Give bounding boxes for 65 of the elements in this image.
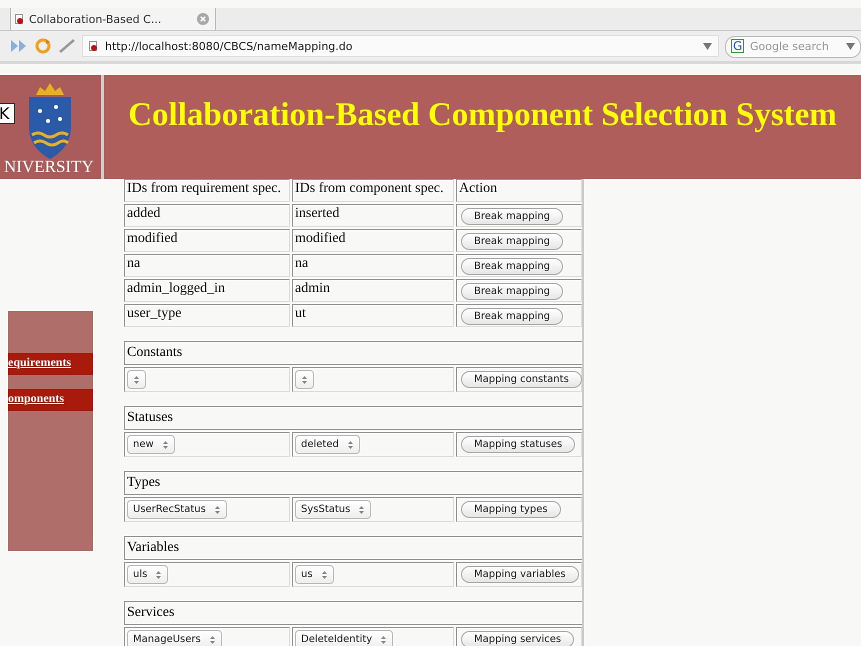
stepper-icon bbox=[133, 374, 140, 384]
mapping-button[interactable]: Mapping variables bbox=[461, 566, 579, 582]
stepper-icon bbox=[320, 570, 328, 580]
select-field[interactable]: UserRecStatus bbox=[127, 500, 227, 519]
dropdown-icon[interactable] bbox=[846, 43, 855, 50]
table-cell: added bbox=[124, 204, 290, 227]
select-field[interactable]: new bbox=[127, 435, 175, 454]
stepper-icon bbox=[346, 440, 354, 450]
section-title: Variables bbox=[124, 536, 582, 560]
select-field[interactable]: us bbox=[295, 565, 334, 584]
break-mapping-button[interactable]: Break mapping bbox=[461, 208, 564, 225]
column-header: IDs from requirement spec. bbox=[124, 179, 290, 202]
sidebar-link[interactable]: equirements bbox=[8, 353, 93, 375]
table-cell: inserted bbox=[292, 204, 454, 227]
table-cell: na bbox=[124, 254, 290, 277]
stepper-icon bbox=[301, 374, 308, 384]
mapping-button[interactable]: Mapping constants bbox=[461, 370, 582, 388]
select-field[interactable]: uls bbox=[127, 565, 168, 584]
shield-icon bbox=[26, 81, 74, 161]
mapping-button[interactable]: Mapping types bbox=[461, 500, 561, 518]
table-cell: na bbox=[292, 254, 454, 277]
stepper-icon bbox=[358, 504, 366, 514]
column-header: IDs from component spec. bbox=[292, 179, 454, 202]
section-title: Constants bbox=[124, 341, 582, 365]
stepper-icon bbox=[208, 634, 216, 644]
stepper-icon bbox=[155, 570, 162, 580]
table-cell: admin_logged_in bbox=[124, 279, 290, 302]
search-engine-label: G bbox=[731, 39, 744, 53]
table-cell: modified bbox=[124, 229, 290, 252]
select-field[interactable] bbox=[127, 370, 146, 389]
break-mapping-button[interactable]: Break mapping bbox=[461, 308, 564, 325]
browser-tab[interactable]: Collaboration-Based C... bbox=[10, 8, 216, 30]
column-header: Action bbox=[456, 179, 582, 202]
table-cell: admin bbox=[292, 279, 454, 302]
page-icon bbox=[15, 14, 25, 24]
reload-icon[interactable] bbox=[34, 37, 52, 55]
table-cell: user_type bbox=[124, 304, 290, 327]
stepper-icon bbox=[380, 634, 388, 644]
mapping-button[interactable]: Mapping services bbox=[461, 630, 574, 646]
close-icon[interactable] bbox=[197, 13, 209, 25]
break-mapping-button[interactable]: Break mapping bbox=[461, 233, 564, 250]
sign-label: K bbox=[0, 103, 14, 124]
logo-panel: K NIVERSITY bbox=[0, 75, 104, 179]
select-field[interactable]: ManageUsers bbox=[127, 630, 222, 646]
mapping-button[interactable]: Mapping statuses bbox=[461, 436, 576, 452]
page-icon bbox=[89, 40, 99, 52]
table-cell: modified bbox=[292, 229, 454, 252]
forward-icon[interactable] bbox=[10, 39, 28, 53]
stepper-icon bbox=[162, 440, 169, 450]
address-field[interactable]: http://localhost:8080/CBCS/nameMapping.do bbox=[82, 35, 719, 57]
table-cell: ut bbox=[292, 304, 454, 327]
page-title: Collaboration-Based Component Selection System bbox=[128, 97, 837, 134]
section-title: Statuses bbox=[124, 406, 582, 430]
select-field[interactable]: SysStatus bbox=[295, 500, 372, 519]
select-field[interactable]: deleted bbox=[295, 435, 360, 454]
section-title: Types bbox=[124, 471, 582, 495]
pen-icon[interactable] bbox=[58, 38, 76, 54]
section-title: Services bbox=[124, 601, 582, 625]
sidebar-link[interactable]: omponents bbox=[8, 389, 93, 411]
select-field[interactable] bbox=[295, 370, 314, 389]
stepper-icon bbox=[214, 504, 221, 514]
select-field[interactable]: DeleteIdentity bbox=[295, 630, 394, 646]
break-mapping-button[interactable]: Break mapping bbox=[461, 258, 564, 275]
dropdown-icon[interactable] bbox=[703, 42, 712, 50]
break-mapping-button[interactable]: Break mapping bbox=[461, 283, 564, 300]
